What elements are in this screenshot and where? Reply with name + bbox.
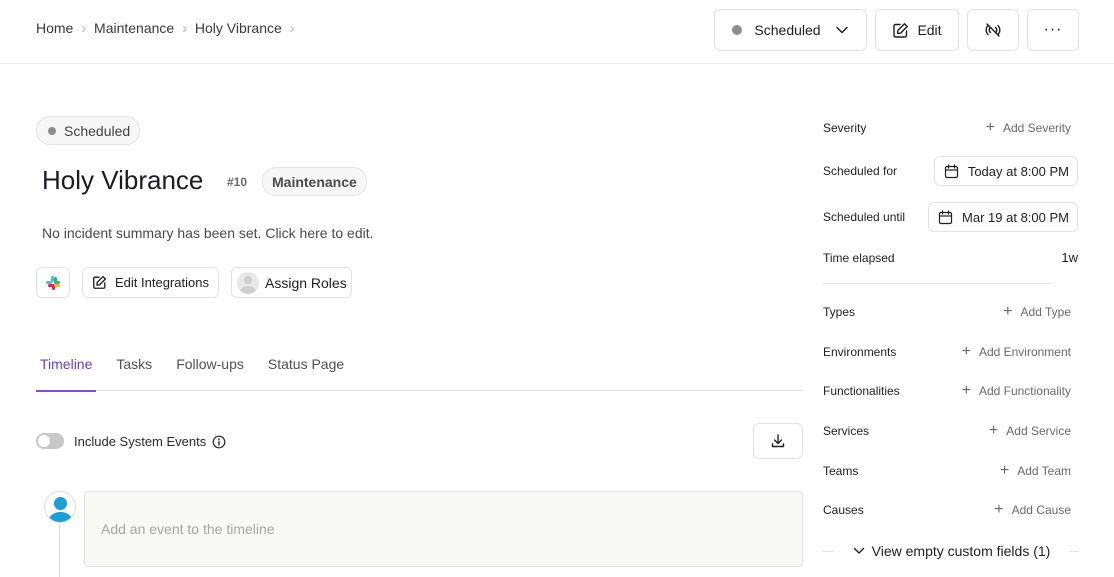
services-label: Services [823, 424, 870, 438]
time-elapsed-label: Time elapsed [823, 251, 895, 265]
causes-label: Causes [823, 503, 864, 517]
chevron-down-icon [853, 547, 864, 554]
scheduled-until-label: Scheduled until [823, 210, 906, 224]
add-team-button[interactable]: + Add Team [1000, 463, 1071, 479]
avatar-placeholder-icon [237, 271, 259, 294]
add-type-label: Add Type [1020, 305, 1071, 319]
unsubscribe-button[interactable] [967, 9, 1019, 51]
breadcrumb-maintenance[interactable]: Maintenance [94, 20, 174, 36]
include-system-events-label: Include System Events [74, 434, 207, 449]
user-icon [54, 497, 67, 510]
add-severity-label: Add Severity [1002, 121, 1071, 135]
add-cause-button[interactable]: + Add Cause [994, 502, 1071, 518]
severity-label: Severity [823, 121, 867, 135]
calendar-icon [944, 163, 958, 178]
download-timeline-button[interactable] [753, 423, 803, 459]
incident-type-label: Maintenance [272, 173, 357, 190]
scheduled-until-value: Mar 19 at 8:00 PM [962, 209, 1069, 225]
incident-type-badge: Maintenance [262, 167, 367, 196]
breadcrumb-current[interactable]: Holy Vibrance [195, 20, 282, 36]
add-service-button[interactable]: + Add Service [989, 423, 1071, 439]
divider [823, 551, 833, 552]
assign-roles-button[interactable]: Assign Roles [231, 267, 352, 298]
scheduled-for-value: Today at 8:00 PM [967, 163, 1069, 179]
add-team-label: Add Team [1017, 464, 1071, 478]
chevron-right-icon: › [289, 20, 295, 36]
status-badge-label: Scheduled [64, 122, 131, 139]
signal-off-icon [985, 23, 1001, 37]
scheduled-for-label: Scheduled for [823, 164, 898, 178]
incident-summary[interactable]: No incident summary has been set. Click … [42, 225, 374, 241]
slack-icon [46, 275, 60, 290]
teams-label: Teams [823, 464, 859, 478]
tab-follow-ups[interactable]: Follow-ups [172, 337, 248, 391]
info-icon[interactable] [212, 435, 226, 449]
timeline-event-field[interactable] [84, 491, 803, 567]
types-label: Types [823, 305, 856, 319]
edit-integrations-button[interactable]: Edit Integrations [82, 267, 219, 298]
avatar [44, 491, 76, 523]
status-badge: Scheduled [36, 116, 141, 145]
include-system-events-toggle[interactable] [36, 433, 64, 449]
chevron-right-icon: › [182, 20, 187, 36]
status-dot-icon [48, 126, 56, 135]
tab-status-page[interactable]: Status Page [264, 337, 348, 391]
plus-icon: + [961, 382, 971, 399]
plus-icon: + [994, 501, 1004, 518]
status-dot-icon [732, 25, 743, 35]
edit-integrations-label: Edit Integrations [115, 275, 209, 290]
edit-button-label: Edit [917, 22, 942, 38]
more-options-button[interactable]: ··· [1027, 9, 1079, 51]
add-functionality-button[interactable]: + Add Functionality [962, 383, 1071, 399]
add-environment-label: Add Environment [978, 345, 1071, 359]
scheduled-for-picker[interactable]: Today at 8:00 PM [933, 156, 1078, 186]
slack-button[interactable] [36, 267, 70, 298]
breadcrumb-home[interactable]: Home [36, 20, 73, 36]
add-cause-label: Add Cause [1011, 503, 1071, 517]
scheduled-until-picker[interactable]: Mar 19 at 8:00 PM [928, 202, 1078, 232]
tab-bar: Timeline Tasks Follow-ups Status Page [36, 337, 803, 392]
view-empty-custom-fields-button[interactable]: View empty custom fields (1) [823, 541, 1079, 561]
status-dropdown-button[interactable]: Scheduled [714, 9, 867, 51]
tab-timeline[interactable]: Timeline [36, 337, 97, 392]
add-environment-button[interactable]: + Add Environment [962, 344, 1071, 360]
top-bar: Home › Maintenance › Holy Vibrance › Sch… [0, 0, 1114, 64]
tab-tasks[interactable]: Tasks [112, 337, 156, 391]
include-system-events: Include System Events [74, 434, 226, 449]
plus-icon: + [985, 119, 995, 136]
breadcrumb: Home › Maintenance › Holy Vibrance › [36, 20, 302, 36]
divider [1069, 551, 1079, 552]
assign-roles-label: Assign Roles [265, 274, 347, 291]
add-severity-button[interactable]: + Add Severity [986, 120, 1071, 136]
calendar-icon [938, 209, 953, 224]
add-service-label: Add Service [1006, 424, 1071, 438]
plus-icon: + [999, 462, 1010, 479]
timeline-event-input[interactable] [101, 521, 786, 537]
plus-icon: + [961, 343, 971, 360]
chevron-right-icon: › [81, 20, 87, 36]
more-icon: ··· [1043, 21, 1063, 38]
add-type-button[interactable]: + Add Type [1003, 304, 1071, 320]
timeline-line [59, 523, 60, 577]
status-dropdown-label: Scheduled [754, 22, 821, 38]
chevron-down-icon [835, 26, 848, 34]
time-elapsed-value: 1w [1061, 250, 1078, 265]
page-title: Holy Vibrance [42, 165, 204, 195]
plus-icon: + [988, 422, 999, 439]
edit-button[interactable]: Edit [875, 9, 959, 51]
add-functionality-label: Add Functionality [978, 384, 1071, 398]
divider [823, 283, 1051, 284]
edit-icon [93, 275, 107, 289]
functionalities-label: Functionalities [823, 384, 900, 398]
environments-label: Environments [823, 345, 897, 359]
view-empty-custom-fields-label: View empty custom fields (1) [871, 543, 1051, 559]
incident-number: #10 [227, 175, 248, 189]
plus-icon: + [1003, 303, 1013, 320]
download-icon [771, 434, 785, 448]
edit-icon [893, 22, 909, 38]
